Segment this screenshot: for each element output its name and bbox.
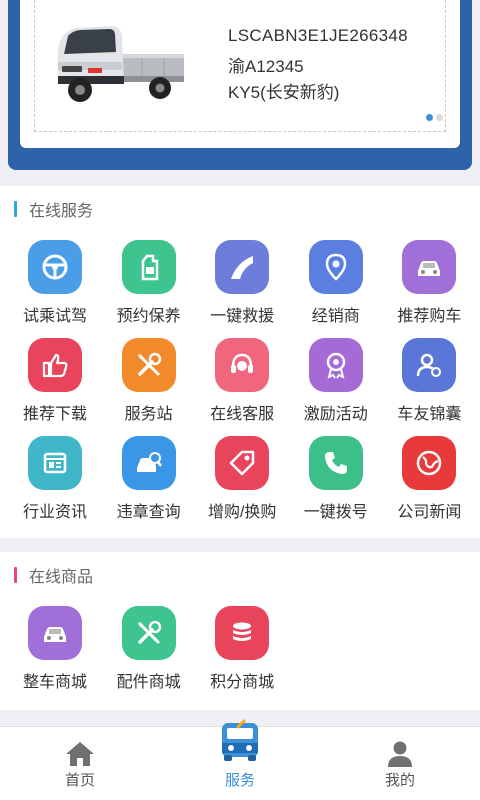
service-item-1[interactable]: 试乘试驾	[6, 238, 102, 336]
tab-service[interactable]: 服务	[180, 719, 300, 800]
service-item-4[interactable]: 经销商	[287, 238, 383, 336]
online-services-section: 在线服务 试乘试驾 预约保养 一键救援 经销商 推荐购车推荐下载 服务站 在线客服 激励活动 车…	[0, 186, 480, 538]
service-item-7[interactable]: 服务站	[100, 336, 196, 434]
truck-image	[58, 26, 184, 102]
thumbs-up-icon	[28, 338, 82, 392]
location-pin-icon	[308, 240, 363, 294]
coins-icon	[215, 606, 270, 660]
service-item-5[interactable]: 推荐购车	[380, 238, 476, 336]
service-item-label: 在线客服	[210, 406, 275, 423]
tools-icon	[121, 606, 176, 660]
news-icon	[28, 436, 82, 490]
oil-bottle-icon	[121, 240, 176, 294]
service-item-label: 预约保养	[116, 308, 181, 325]
service-item-label: 积分商城	[210, 674, 275, 691]
service-item-11[interactable]: 行业资讯	[6, 434, 102, 532]
vehicle-card[interactable]: LSCABN3E1JE266348 渝A12345 KY5(长安新豹)	[20, 0, 460, 148]
service-item-label: 违章查询	[116, 504, 181, 521]
service-item-13[interactable]: 增购/换购	[193, 434, 289, 532]
car-search-icon	[121, 436, 176, 490]
bottom-tab-bar: 首页 服务 我的	[0, 719, 480, 800]
steering-wheel-icon	[28, 240, 82, 294]
vehicle-card-section: LSCABN3E1JE266348 渝A12345 KY5(长安新豹)	[0, 0, 480, 186]
service-item-15[interactable]: 公司新闻	[380, 434, 476, 532]
service-item-label: 整车商城	[22, 674, 87, 691]
online-goods-header: 在线商品	[14, 566, 94, 586]
tab-home-label: 首页	[64, 772, 95, 789]
online-goods-title: 在线商品	[29, 569, 94, 586]
globe-icon	[402, 436, 457, 490]
tab-home[interactable]: 首页	[20, 727, 140, 800]
online-goods-section: 在线商品 整车商城 配件商城 积分商城	[0, 552, 480, 710]
service-item-label: 经销商	[311, 308, 360, 325]
service-item-12[interactable]: 违章查询	[100, 434, 196, 532]
carousel-dot-active	[426, 114, 433, 121]
service-item-label: 试乘试驾	[22, 308, 87, 325]
tab-mine[interactable]: 我的	[340, 727, 460, 800]
service-item-2[interactable]: 预约保养	[100, 238, 196, 336]
service-item-label: 推荐下载	[22, 406, 87, 423]
service-car-icon	[222, 719, 258, 761]
service-item-label: 配件商城	[116, 674, 181, 691]
vehicle-plate: 渝A12345	[228, 57, 304, 76]
users-icon	[402, 338, 457, 392]
home-icon	[63, 739, 97, 769]
service-item-1[interactable]: 整车商城	[6, 604, 102, 702]
phone-icon	[308, 436, 363, 490]
service-item-label: 车友锦囊	[397, 406, 462, 423]
medal-icon	[308, 338, 363, 392]
service-item-8[interactable]: 在线客服	[193, 336, 289, 434]
section-accent-bar	[14, 567, 17, 583]
service-item-3[interactable]: 一键救援	[193, 238, 289, 336]
tag-icon	[215, 436, 270, 490]
online-services-header: 在线服务	[14, 200, 94, 220]
section-accent-bar	[14, 201, 17, 217]
service-item-label: 一键救援	[210, 308, 275, 325]
tab-mine-label: 我的	[384, 772, 415, 789]
headset-icon	[215, 338, 270, 392]
service-item-9[interactable]: 激励活动	[287, 336, 383, 434]
service-item-14[interactable]: 一键拨号	[287, 434, 383, 532]
car-icon	[28, 606, 82, 660]
carousel-dot	[436, 114, 443, 121]
service-item-10[interactable]: 车友锦囊	[380, 336, 476, 434]
car-icon	[402, 240, 457, 294]
tools-icon	[121, 338, 176, 392]
service-item-label: 服务站	[124, 406, 173, 423]
service-item-label: 激励活动	[303, 406, 368, 423]
service-item-3[interactable]: 积分商城	[193, 604, 289, 702]
vehicle-model: KY5(长安新豹)	[228, 83, 340, 102]
service-item-label: 增购/换购	[207, 504, 277, 521]
vehicle-vin: LSCABN3E1JE266348	[228, 26, 408, 45]
person-icon	[383, 739, 417, 769]
road-icon	[215, 240, 270, 294]
service-item-6[interactable]: 推荐下载	[6, 336, 102, 434]
tab-service-label: 服务	[224, 772, 255, 789]
service-item-label: 公司新闻	[397, 504, 462, 521]
service-item-label: 行业资讯	[22, 504, 87, 521]
service-item-label: 一键拨号	[303, 504, 368, 521]
online-services-title: 在线服务	[29, 203, 94, 220]
service-item-2[interactable]: 配件商城	[100, 604, 196, 702]
service-item-label: 推荐购车	[397, 308, 462, 325]
carousel-indicator	[426, 114, 443, 121]
